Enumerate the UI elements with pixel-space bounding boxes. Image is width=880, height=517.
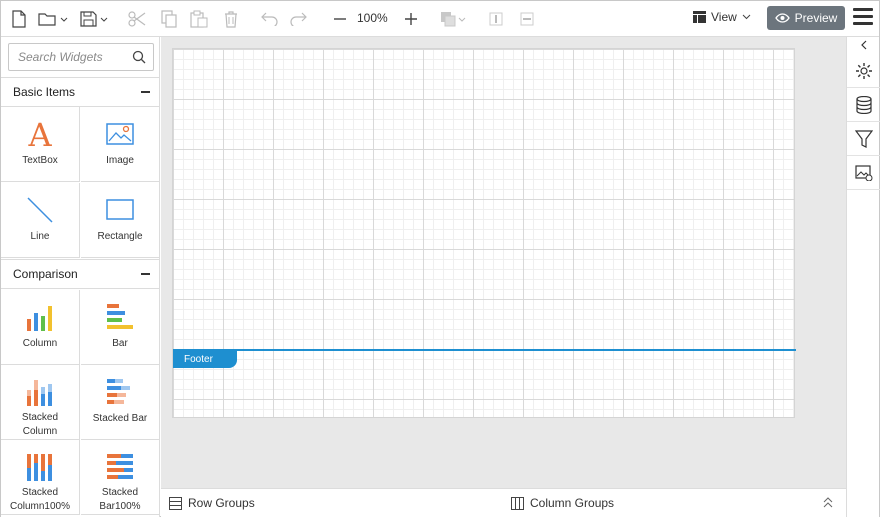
- filter-icon[interactable]: [847, 122, 880, 156]
- column-groups-icon: [511, 496, 524, 510]
- row-groups-label: Row Groups: [188, 496, 255, 510]
- widget-panel: Basic Items A TextBox Image Line Rectang…: [1, 37, 160, 517]
- properties-rail: [846, 37, 880, 517]
- search-box: [8, 43, 154, 71]
- row-groups-icon: [169, 496, 182, 510]
- collapse-icon[interactable]: [141, 273, 150, 275]
- widget-stacked-bar100[interactable]: Stacked Bar100%: [81, 440, 159, 515]
- stacked-bar100-icon: [107, 453, 133, 479]
- column-groups-button[interactable]: Column Groups: [511, 496, 614, 510]
- settings-icon[interactable]: [847, 54, 880, 88]
- paste-icon[interactable]: [189, 7, 209, 31]
- stacked-column-icon: [27, 379, 52, 406]
- stacked-column100-icon: [27, 453, 52, 481]
- report-designer: 100% View Preview Basic Item: [0, 0, 880, 517]
- rectangle-icon: [106, 199, 134, 220]
- zoom-in-icon[interactable]: [402, 7, 420, 31]
- search-icon[interactable]: [132, 50, 146, 64]
- undo-icon[interactable]: [258, 7, 280, 31]
- collapse-icon[interactable]: [141, 91, 150, 93]
- copy-icon[interactable]: [159, 7, 179, 31]
- row-groups-button[interactable]: Row Groups: [169, 496, 255, 510]
- footer-separator[interactable]: [173, 349, 796, 351]
- grouping-bar: Row Groups Column Groups: [161, 488, 846, 517]
- layout-icon: [693, 11, 706, 23]
- widget-rectangle[interactable]: Rectangle: [81, 183, 159, 258]
- zoom-out-icon[interactable]: [331, 7, 349, 31]
- collapse-left-icon[interactable]: [847, 37, 880, 53]
- footer-tag[interactable]: Footer: [173, 351, 237, 368]
- textbox-icon: A: [27, 119, 52, 149]
- bring-forward-icon[interactable]: [439, 7, 469, 31]
- new-file-icon[interactable]: [9, 7, 29, 31]
- line-icon: [27, 197, 53, 223]
- widget-column[interactable]: Column: [1, 290, 80, 365]
- stacked-bar-icon: [107, 379, 130, 404]
- image-settings-icon[interactable]: [847, 156, 880, 190]
- column-chart-icon: [27, 306, 52, 331]
- report-canvas[interactable]: Footer: [172, 48, 796, 418]
- widget-stacked-column[interactable]: Stacked Column: [1, 365, 80, 440]
- widget-stacked-column100[interactable]: Stacked Column100%: [1, 440, 80, 515]
- redo-icon[interactable]: [288, 7, 310, 31]
- widget-line[interactable]: Line: [1, 183, 80, 258]
- toolbar: 100% View Preview: [1, 1, 879, 37]
- svg-text:A: A: [27, 119, 52, 149]
- zoom-level[interactable]: 100%: [357, 11, 388, 25]
- preview-button[interactable]: Preview: [767, 6, 845, 30]
- widget-stacked-bar[interactable]: Stacked Bar: [81, 365, 159, 440]
- align-top-icon[interactable]: [487, 7, 505, 31]
- widget-bar[interactable]: Bar: [81, 290, 159, 365]
- view-label: View: [711, 10, 737, 24]
- widget-textbox[interactable]: A TextBox: [1, 107, 80, 182]
- column-groups-label: Column Groups: [530, 496, 615, 510]
- preview-label: Preview: [794, 11, 838, 25]
- design-surface: Footer: [161, 37, 846, 488]
- chevron-down-icon: [742, 14, 751, 20]
- align-middle-icon[interactable]: [518, 7, 536, 31]
- bar-chart-icon: [107, 304, 133, 329]
- section-title: Basic Items: [13, 85, 76, 99]
- hamburger-menu-icon[interactable]: [853, 8, 873, 28]
- open-folder-icon[interactable]: [37, 7, 71, 31]
- image-icon: [106, 123, 134, 145]
- save-icon[interactable]: [79, 7, 113, 31]
- section-comparison[interactable]: Comparison: [1, 259, 159, 289]
- section-title: Comparison: [13, 267, 78, 281]
- cut-icon[interactable]: [127, 7, 147, 31]
- widget-image[interactable]: Image: [81, 107, 159, 182]
- database-icon[interactable]: [847, 88, 880, 122]
- search-input[interactable]: [9, 44, 127, 70]
- expand-up-icon[interactable]: [823, 497, 833, 509]
- eye-icon: [774, 13, 790, 23]
- section-basic-items[interactable]: Basic Items: [1, 77, 159, 107]
- delete-icon[interactable]: [221, 7, 241, 31]
- view-dropdown[interactable]: View: [693, 10, 751, 24]
